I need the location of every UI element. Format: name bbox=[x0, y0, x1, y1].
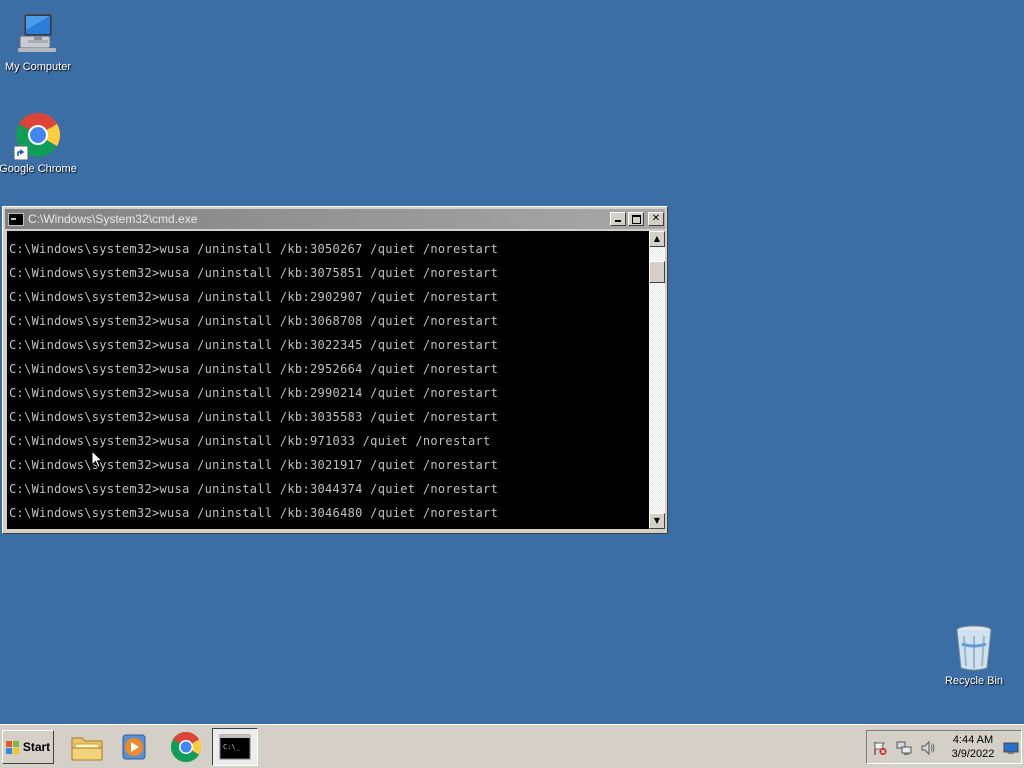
console-line: C:\Windows\system32>wusa /uninstall /kb:… bbox=[9, 458, 499, 472]
console-line: C:\Windows\system32>wusa /uninstall /kb:… bbox=[9, 242, 499, 256]
close-button[interactable]: ✕ bbox=[648, 212, 664, 226]
console-lines: C:\Windows\system32>wusa /uninstall /kb:… bbox=[7, 231, 649, 525]
console-line: C:\Windows\system32>wusa /uninstall /kb:… bbox=[9, 482, 499, 496]
window-title: C:\Windows\System32\cmd.exe bbox=[28, 212, 198, 226]
desktop-icon-label: Recycle Bin bbox=[944, 675, 1004, 687]
vertical-scrollbar[interactable]: ▲ ▼ bbox=[649, 231, 665, 529]
action-center-flag-icon[interactable] bbox=[872, 740, 888, 756]
cmd-window[interactable]: C:\Windows\System32\cmd.exe ✕ C:\Windows… bbox=[2, 206, 668, 534]
folder-icon bbox=[71, 737, 103, 761]
console-line: C:\Windows\system32>wusa /uninstall /kb:… bbox=[9, 506, 499, 520]
clock-time: 4:44 AM bbox=[952, 734, 994, 746]
start-label: Start bbox=[22, 740, 51, 754]
minimize-button[interactable] bbox=[610, 212, 626, 226]
taskbar: Start C:\_ 4:44 AM 3/9/2022 bbox=[0, 724, 1024, 768]
desktop-icon-google-chrome[interactable]: Google Chrome bbox=[0, 112, 78, 176]
windows-flag-icon bbox=[5, 740, 20, 754]
clock-date: 3/9/2022 bbox=[951, 748, 995, 760]
recycle-bin-icon bbox=[950, 624, 998, 672]
cmd-icon: C:\_ bbox=[219, 734, 251, 760]
taskbar-item-cmd[interactable]: C:\_ bbox=[212, 728, 258, 766]
console-line: C:\Windows\system32>wusa /uninstall /kb:… bbox=[9, 266, 499, 280]
cmd-icon-text: C:\_ bbox=[223, 743, 241, 751]
scroll-thumb[interactable] bbox=[649, 261, 665, 283]
desktop-icon-recycle-bin[interactable]: Recycle Bin bbox=[934, 624, 1014, 688]
scroll-up-button[interactable]: ▲ bbox=[649, 231, 665, 247]
console-line: C:\Windows\system32>wusa /uninstall /kb:… bbox=[9, 290, 499, 304]
media-player-icon bbox=[122, 734, 146, 760]
maximize-button[interactable] bbox=[628, 212, 644, 226]
console-line: C:\Windows\system32>wusa /uninstall /kb:… bbox=[9, 410, 499, 424]
title-bar[interactable]: C:\Windows\System32\cmd.exe ✕ bbox=[5, 209, 665, 229]
mouse-cursor-icon bbox=[91, 449, 104, 473]
clock[interactable]: 4:44 AM 3/9/2022 bbox=[943, 733, 1003, 761]
taskbar-item-chrome[interactable] bbox=[163, 728, 209, 766]
cmd-title-icon bbox=[8, 212, 24, 226]
taskbar-item-explorer[interactable] bbox=[64, 728, 110, 766]
console-line: C:\Windows\system32>wusa /uninstall /kb:… bbox=[9, 338, 499, 352]
console-line: C:\Windows\system32>wusa /uninstall /kb:… bbox=[9, 434, 491, 448]
chrome-icon bbox=[170, 731, 202, 763]
computer-icon bbox=[14, 10, 62, 58]
show-desktop-icon[interactable] bbox=[1003, 740, 1019, 756]
desktop-icon-label: My Computer bbox=[4, 61, 72, 73]
desktop-icon-my-computer[interactable]: My Computer bbox=[0, 10, 78, 74]
console-output[interactable]: C:\Windows\system32>wusa /uninstall /kb:… bbox=[7, 231, 649, 529]
console-line: C:\Windows\system32>wusa /uninstall /kb:… bbox=[9, 314, 499, 328]
network-icon[interactable] bbox=[896, 740, 912, 756]
taskbar-item-media-player[interactable] bbox=[112, 728, 158, 766]
volume-icon[interactable] bbox=[920, 740, 936, 756]
system-tray: 4:44 AM 3/9/2022 bbox=[866, 730, 1022, 764]
chrome-icon bbox=[14, 112, 62, 160]
desktop-icon-label: Google Chrome bbox=[0, 163, 77, 175]
scroll-down-button[interactable]: ▼ bbox=[649, 513, 665, 529]
console-line: C:\Windows\system32>wusa /uninstall /kb:… bbox=[9, 362, 499, 376]
console-line: C:\Windows\system32>wusa /uninstall /kb:… bbox=[9, 386, 499, 400]
start-button[interactable]: Start bbox=[2, 730, 54, 764]
